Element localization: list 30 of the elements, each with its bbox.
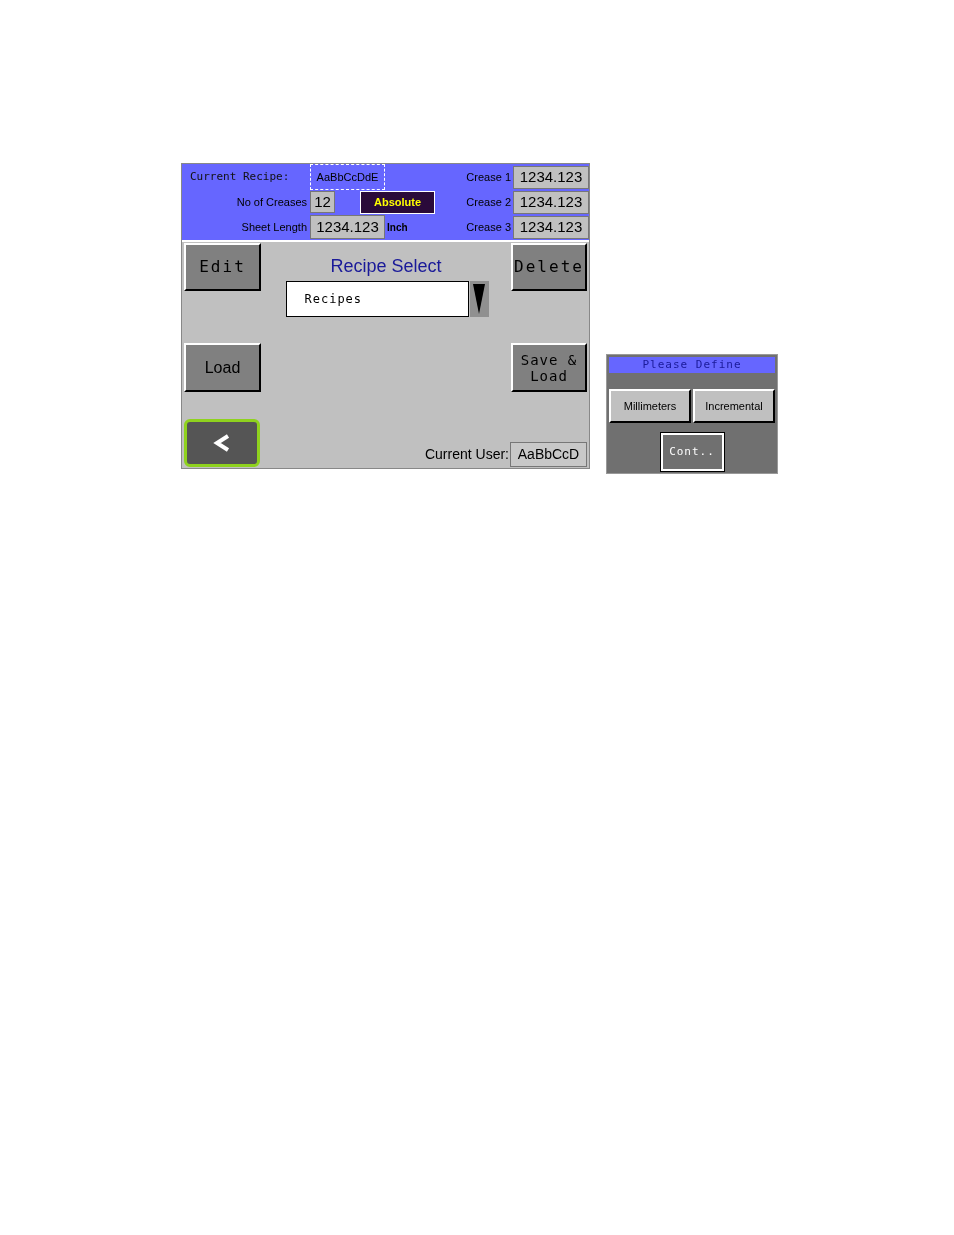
unit-label: Inch xyxy=(386,220,408,235)
crease-label: Crease 1 xyxy=(466,169,512,185)
current-user-label: Current User: xyxy=(424,445,510,464)
current-recipe-label: Current Recipe: xyxy=(189,168,291,185)
crease-label: Crease 2 xyxy=(466,194,512,210)
sheet-length-label: Sheet Length xyxy=(240,219,308,235)
current-user-value: AaBbCcD xyxy=(510,442,587,467)
down-arrow-icon xyxy=(473,284,485,314)
sheet-length-field[interactable]: 1234.123 xyxy=(310,215,385,239)
recipe-select-title: Recipe Select xyxy=(330,255,442,277)
save-and-load-button[interactable]: Save & Load xyxy=(511,343,587,392)
continue-button[interactable]: Cont.. xyxy=(660,433,724,471)
option-button[interactable]: Incremental xyxy=(693,389,775,423)
current-recipe-value: AaBbCcDdE xyxy=(310,164,385,190)
edit-button[interactable]: Edit xyxy=(184,243,261,291)
crease-value-field[interactable]: 1234.123 xyxy=(513,190,589,214)
delete-button[interactable]: Delete xyxy=(511,243,587,291)
crease-value-field[interactable]: 1234.123 xyxy=(513,165,589,189)
back-button[interactable] xyxy=(184,419,260,467)
load-button[interactable]: Load xyxy=(184,343,261,392)
absolute-mode-button[interactable]: Absolute xyxy=(360,190,435,214)
option-button[interactable]: Millimeters xyxy=(609,389,691,423)
creases-count-field[interactable]: 12 xyxy=(310,191,335,213)
recipe-dropdown-field[interactable]: Recipes xyxy=(285,281,469,317)
crease-label: Crease 3 xyxy=(466,219,512,235)
crease-value-field[interactable]: 1234.123 xyxy=(513,215,589,239)
chevron-left-icon xyxy=(212,433,232,453)
creases-count-label: No of Creases xyxy=(235,194,308,210)
dropdown-arrow-button[interactable] xyxy=(468,281,489,317)
dialog-title: Please Define xyxy=(609,357,775,373)
